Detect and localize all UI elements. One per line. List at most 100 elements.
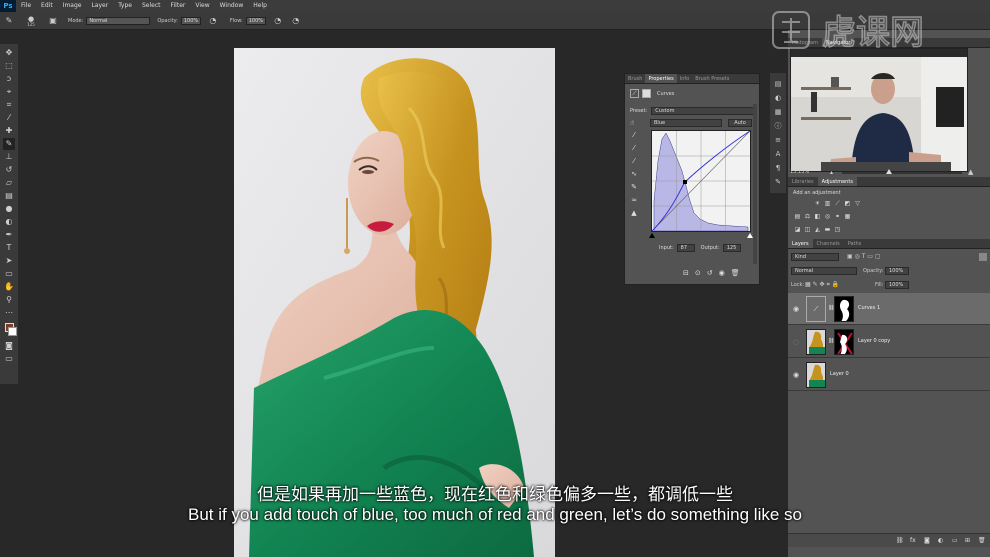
- path-select-tool-icon[interactable]: ➤: [3, 255, 15, 267]
- marquee-tool-icon[interactable]: ⬚: [3, 60, 15, 72]
- pressure-opacity-icon[interactable]: ◔: [208, 16, 218, 26]
- brush-panel-toggle-icon[interactable]: ▣: [48, 16, 58, 26]
- curve-point-tool-icon[interactable]: ∿: [629, 169, 639, 179]
- input-field[interactable]: 87: [676, 244, 695, 252]
- lock-icons[interactable]: ▦ ✎ ✥ ⌗ 🔒: [805, 281, 839, 289]
- zoom-out-icon[interactable]: ▴: [830, 169, 833, 176]
- eye-icon[interactable]: ◉: [793, 371, 801, 379]
- new-group-icon[interactable]: ▭: [952, 537, 958, 544]
- add-mask-icon[interactable]: ◙: [924, 537, 930, 544]
- tab-layers[interactable]: Layers: [788, 239, 813, 248]
- gradient-tool-icon[interactable]: ▤: [3, 190, 15, 202]
- auto-button[interactable]: Auto: [728, 119, 752, 127]
- menu-select[interactable]: Select: [137, 0, 166, 12]
- curves-icon[interactable]: ⟋: [834, 200, 841, 207]
- posterize-icon[interactable]: ◫: [804, 226, 811, 233]
- blend-mode-select[interactable]: Normal: [791, 267, 857, 275]
- dodge-tool-icon[interactable]: ◐: [3, 216, 15, 228]
- curves-mask-thumb[interactable]: [834, 296, 854, 322]
- menu-edit[interactable]: Edit: [36, 0, 58, 12]
- history-brush-tool-icon[interactable]: ↺: [3, 164, 15, 176]
- delete-icon[interactable]: 🗑: [731, 269, 740, 277]
- zoom-slider-thumb[interactable]: [886, 169, 892, 174]
- history-panel-icon[interactable]: ▤: [773, 79, 783, 89]
- hand-tool-icon[interactable]: ✋: [3, 281, 15, 293]
- menu-help[interactable]: Help: [248, 0, 272, 12]
- zoom-value[interactable]: 15.15%: [790, 169, 809, 175]
- crop-tool-icon[interactable]: ⌗: [3, 99, 15, 111]
- on-image-adjust-icon[interactable]: ☝: [630, 119, 640, 127]
- color-lookup-icon[interactable]: ▦: [844, 213, 851, 220]
- tab-libraries[interactable]: Libraries: [788, 177, 818, 186]
- menu-view[interactable]: View: [190, 0, 214, 12]
- brush-tool-icon[interactable]: ✎: [3, 137, 15, 150]
- tab-properties[interactable]: Properties: [645, 74, 677, 83]
- properties-panel-icon[interactable]: ≡: [773, 135, 783, 145]
- more-tools-icon[interactable]: ⋯: [3, 307, 15, 319]
- menu-layer[interactable]: Layer: [86, 0, 113, 12]
- background-color-swatch[interactable]: [7, 327, 17, 336]
- filter-toggle[interactable]: [979, 253, 987, 261]
- brush-tool-icon[interactable]: ✎: [4, 16, 14, 26]
- flow-field[interactable]: 100%: [245, 16, 266, 25]
- channel-select[interactable]: Blue: [650, 119, 722, 127]
- layer-row-curves[interactable]: ◉ ⟋ ⛓ Curves 1: [788, 293, 990, 325]
- histogram-warning-icon[interactable]: ▲: [629, 208, 639, 218]
- visibility-icon[interactable]: ◉: [719, 269, 725, 277]
- type-tool-icon[interactable]: T: [3, 242, 15, 254]
- move-tool-icon[interactable]: ✥: [3, 47, 15, 59]
- layer-name[interactable]: Layer 0: [830, 371, 849, 377]
- photo-filter-icon[interactable]: ◎: [824, 213, 831, 220]
- curves-graph[interactable]: [651, 130, 751, 232]
- layer-opacity-field[interactable]: 100%: [885, 267, 909, 275]
- tab-info[interactable]: Info: [677, 74, 692, 83]
- black-point-slider[interactable]: [649, 233, 655, 238]
- exposure-icon[interactable]: ◩: [844, 200, 851, 207]
- pen-tool-icon[interactable]: ✒: [3, 229, 15, 241]
- black-white-icon[interactable]: ◧: [814, 213, 821, 220]
- new-adjustment-icon[interactable]: ◐: [938, 537, 943, 544]
- gray-point-eyedropper-icon[interactable]: ⁄: [629, 143, 639, 153]
- layer-row-layer0-copy[interactable]: ○ ⛓ Layer 0 copy: [788, 326, 990, 358]
- properties-scrollbar[interactable]: [753, 104, 757, 264]
- character-panel-icon[interactable]: A: [773, 149, 783, 159]
- selective-color-icon[interactable]: ◳: [834, 226, 841, 233]
- invert-icon[interactable]: ◪: [794, 226, 801, 233]
- eye-icon[interactable]: ◉: [793, 305, 801, 313]
- channel-mixer-icon[interactable]: ⚭: [834, 213, 841, 220]
- layer-mask-icon[interactable]: [642, 89, 651, 98]
- layer-row-layer0[interactable]: ◉ Layer 0: [788, 359, 990, 391]
- gradient-map-icon[interactable]: ▬: [824, 226, 831, 233]
- brush-preset-picker[interactable]: ● 125: [22, 15, 40, 26]
- white-point-eyedropper-icon[interactable]: ⁄: [629, 156, 639, 166]
- brightness-icon[interactable]: ☀: [814, 200, 821, 207]
- black-point-eyedropper-icon[interactable]: ⁄: [629, 130, 639, 140]
- blur-tool-icon[interactable]: ●: [3, 203, 15, 215]
- threshold-icon[interactable]: ◭: [814, 226, 821, 233]
- screen-mode-icon[interactable]: ▭: [3, 353, 15, 365]
- zoom-slider[interactable]: [842, 172, 962, 174]
- fill-field[interactable]: 100%: [885, 281, 909, 289]
- pressure-size-icon[interactable]: ◔: [291, 16, 301, 26]
- eyedropper-tool-icon[interactable]: ⁄: [3, 112, 15, 124]
- menu-filter[interactable]: Filter: [166, 0, 191, 12]
- output-field[interactable]: 125: [722, 244, 741, 252]
- clone-stamp-tool-icon[interactable]: ⊥: [3, 151, 15, 163]
- menu-window[interactable]: Window: [215, 0, 249, 12]
- shape-tool-icon[interactable]: ▭: [3, 268, 15, 280]
- tab-adjustments[interactable]: Adjustments: [817, 177, 857, 186]
- color-panel-icon[interactable]: ◐: [773, 93, 783, 103]
- eye-icon[interactable]: ○: [793, 338, 801, 346]
- tab-paths[interactable]: Paths: [844, 239, 866, 248]
- kind-filter-select[interactable]: Kind: [791, 253, 839, 261]
- fx-icon[interactable]: fx: [910, 537, 916, 544]
- preset-select[interactable]: Custom: [651, 107, 756, 115]
- quick-select-tool-icon[interactable]: ⌖: [3, 86, 15, 98]
- zoom-tool-icon[interactable]: ⚲: [3, 294, 15, 306]
- navigator-preview[interactable]: [790, 48, 968, 172]
- menu-image[interactable]: Image: [58, 0, 87, 12]
- layer-name[interactable]: Layer 0 copy: [858, 338, 890, 344]
- swatches-panel-icon[interactable]: ▦: [773, 107, 783, 117]
- eraser-tool-icon[interactable]: ▱: [3, 177, 15, 189]
- opacity-field[interactable]: 100%: [180, 16, 201, 25]
